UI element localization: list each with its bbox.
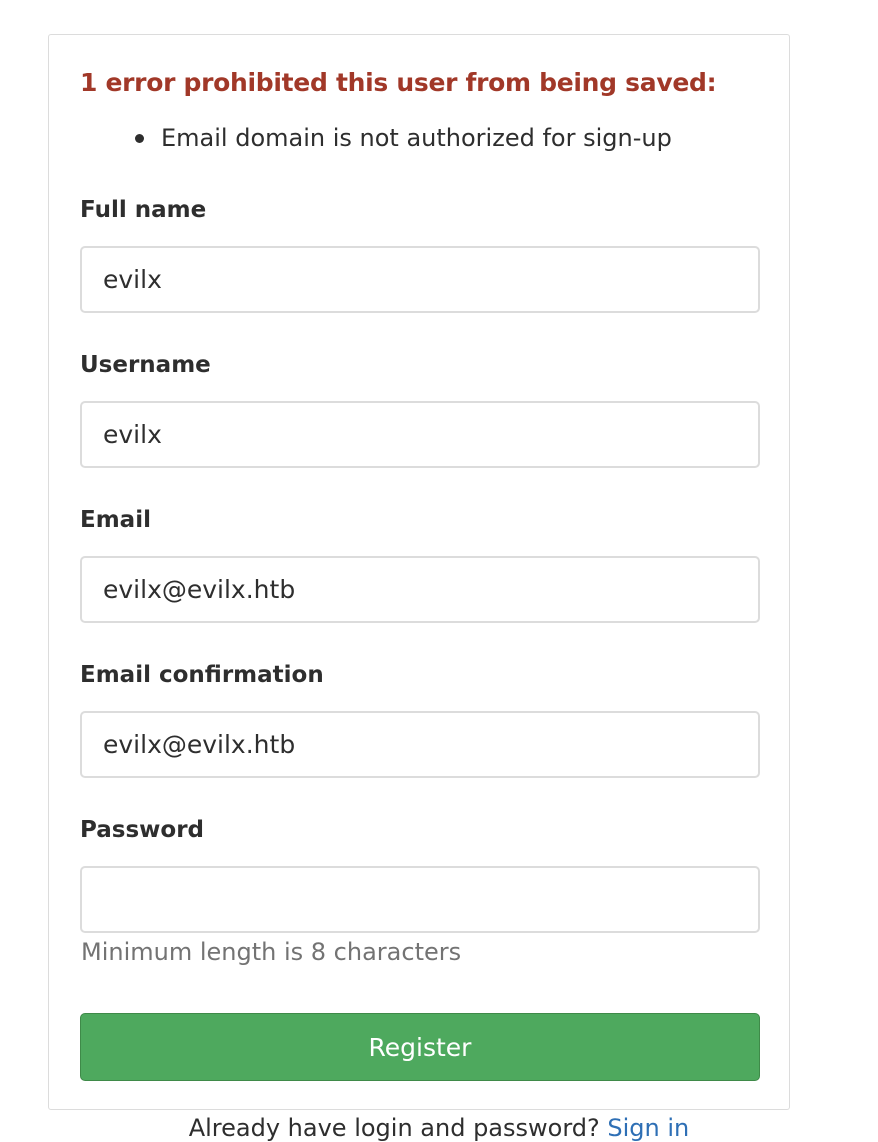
error-summary-title: 1 error prohibited this user from being …: [80, 68, 717, 97]
sign-in-link[interactable]: Sign in: [607, 1114, 689, 1142]
register-button[interactable]: Register: [80, 1013, 760, 1081]
registration-form-card: 1 error prohibited this user from being …: [48, 34, 790, 1110]
sign-in-prompt: Already have login and password? Sign in: [0, 1114, 878, 1142]
full-name-input[interactable]: [80, 246, 760, 313]
full-name-label: Full name: [80, 197, 207, 223]
email-confirmation-label: Email confirmation: [80, 662, 324, 688]
password-input[interactable]: [80, 866, 760, 933]
email-confirmation-input[interactable]: [80, 711, 760, 778]
email-input[interactable]: [80, 556, 760, 623]
error-message: Email domain is not authorized for sign-…: [161, 124, 672, 152]
password-hint: Minimum length is 8 characters: [81, 938, 462, 966]
bullet-icon: [135, 133, 144, 143]
username-label: Username: [80, 352, 211, 378]
error-list: Email domain is not authorized for sign-…: [135, 124, 672, 152]
email-label: Email: [80, 507, 151, 533]
username-input[interactable]: [80, 401, 760, 468]
sign-in-prompt-text: Already have login and password?: [188, 1114, 600, 1142]
password-label: Password: [80, 817, 204, 843]
error-list-item: Email domain is not authorized for sign-…: [135, 124, 672, 152]
